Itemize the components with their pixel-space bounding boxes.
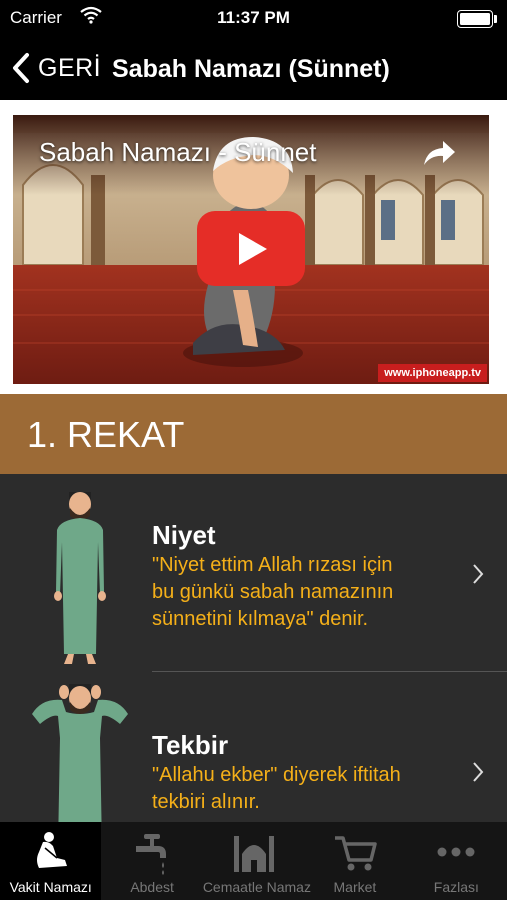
tab-label: Abdest xyxy=(130,879,174,895)
description-line: "Allahu ekber" diyerek iftitah xyxy=(152,764,401,786)
section-title: 1. REKAT xyxy=(27,414,185,455)
video-watermark: www.iphoneapp.tv xyxy=(378,364,487,382)
battery-icon xyxy=(457,10,497,28)
tab-cemaatle-namaz[interactable]: Cemaatle Namaz xyxy=(202,822,311,900)
list-item-niyet[interactable]: Niyet "Niyet ettim Allah rızası için bu … xyxy=(0,474,507,672)
page-title: Sabah Namazı (Sünnet) xyxy=(112,55,390,83)
tab-abdest[interactable]: Abdest xyxy=(101,822,202,900)
step-name: Niyet xyxy=(152,520,216,550)
video-container: Sabah Namazı - Sünnet www.iphoneapp.tv xyxy=(0,100,507,394)
play-button[interactable] xyxy=(197,211,305,286)
tab-fazlasi[interactable]: Fazlası xyxy=(406,822,507,900)
navigation-bar: GERİ Sabah Namazı (Sünnet) xyxy=(0,36,507,100)
tab-bar: Vakit Namazı Abdest Cemaatle Namaz Marke… xyxy=(0,822,507,900)
section-header: 1. REKAT xyxy=(0,394,507,474)
tab-label: Fazlası xyxy=(433,879,479,895)
description-line: "Niyet ettim Allah rızası için xyxy=(152,554,393,576)
more-icon xyxy=(437,847,475,857)
step-description: "Allahu ekber" diyerek iftitah tekbiri a… xyxy=(152,762,452,816)
step-name: Tekbir xyxy=(152,730,229,760)
prayer-icon xyxy=(36,832,67,868)
faucet-icon xyxy=(136,834,167,875)
back-label: GERİ xyxy=(38,53,102,82)
tab-vakit-namazi[interactable]: Vakit Namazı xyxy=(0,822,102,900)
play-icon xyxy=(239,233,267,265)
back-button[interactable]: GERİ xyxy=(10,50,101,86)
status-bar: Carrier 11:37 PM xyxy=(0,0,507,36)
steps-list: Niyet "Niyet ettim Allah rızası için bu … xyxy=(0,474,507,822)
description-line: sünnetini kılmaya" denir. xyxy=(152,608,369,630)
list-item-tekbir[interactable]: Tekbir "Allahu ekber" diyerek iftitah te… xyxy=(0,672,507,822)
standing-figure-icon xyxy=(54,492,106,664)
description-line: tekbiri alınır. xyxy=(152,791,260,813)
tab-market[interactable]: Market xyxy=(304,822,405,900)
tab-label: Vakit Namazı xyxy=(9,879,92,895)
chevron-right-icon xyxy=(473,762,484,782)
description-line: bu günkü sabah namazının xyxy=(152,581,394,603)
tekbir-figure-icon xyxy=(32,684,128,822)
step-description: "Niyet ettim Allah rızası için bu günkü … xyxy=(152,552,452,633)
mosque-icon xyxy=(233,836,274,872)
tab-label: Market xyxy=(333,879,377,895)
chevron-left-icon xyxy=(13,53,29,83)
video-title: Sabah Namazı - Sünnet xyxy=(39,137,317,167)
share-icon[interactable] xyxy=(421,137,457,169)
chevron-right-icon xyxy=(473,564,484,584)
tab-label: Cemaatle Namaz xyxy=(202,879,311,895)
status-time: 11:37 PM xyxy=(217,8,290,27)
video-player[interactable]: Sabah Namazı - Sünnet www.iphoneapp.tv xyxy=(13,115,489,384)
cart-icon xyxy=(334,836,377,871)
